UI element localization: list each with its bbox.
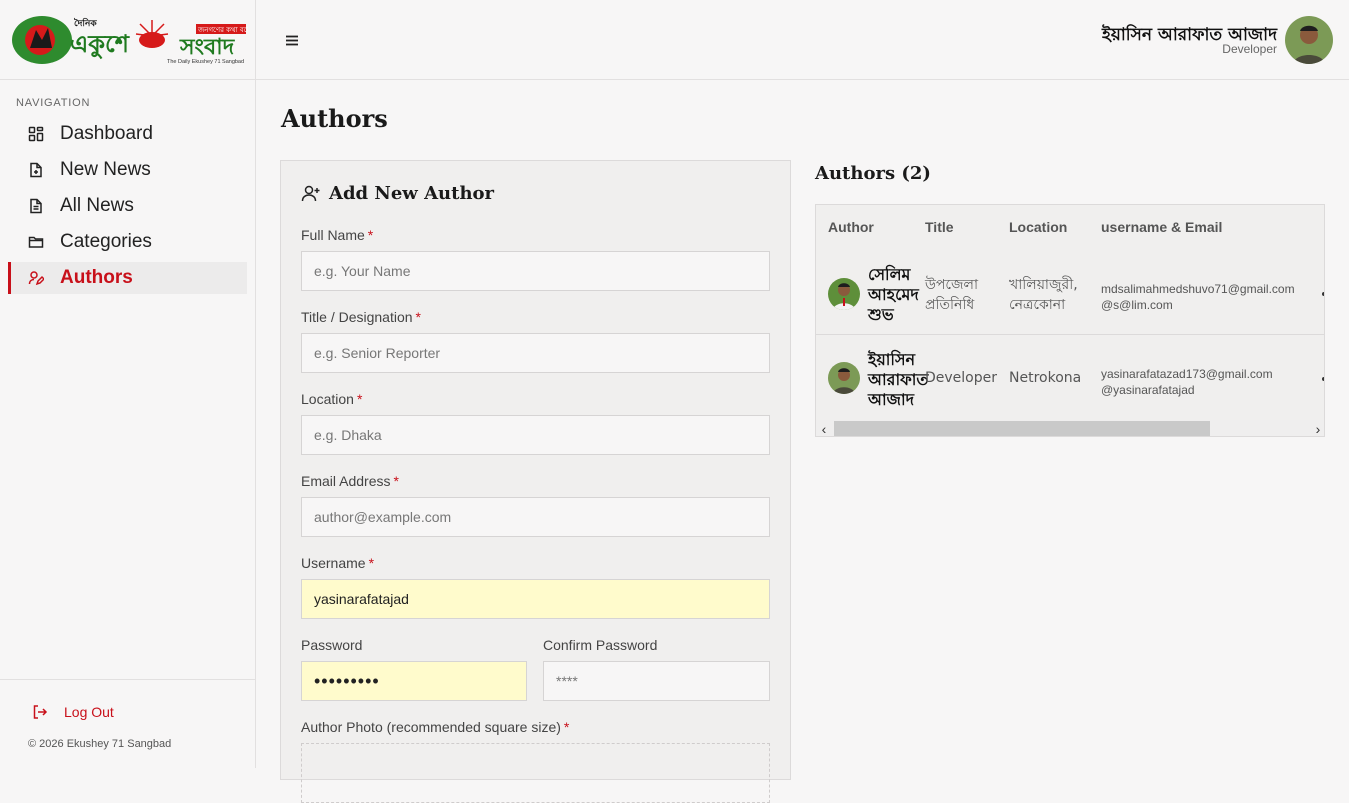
label-text: Author Photo (recommended square size) — [301, 719, 561, 735]
password-label: Password — [301, 637, 363, 653]
avatar-image — [828, 362, 860, 394]
logout-icon — [33, 705, 48, 719]
username-label: Username * — [301, 555, 374, 571]
confirm-password-label: Confirm Password — [543, 637, 658, 653]
top-header: ইয়াসিন আরাফাত আজাদ Developer — [256, 0, 1349, 80]
hamburger-icon — [286, 35, 298, 45]
user-plus-icon — [301, 185, 320, 201]
column-header[interactable]: Location — [1009, 219, 1067, 235]
sidebar-item-label: All News — [60, 195, 134, 216]
user-avatar[interactable] — [1285, 16, 1333, 64]
site-logo[interactable]: দৈনিক একুশে জনগণের কথা বলে সংবাদ The Dai… — [12, 14, 248, 66]
table-row[interactable]: সেলিম আহমেদ শুভ উপজেলা প্রতিনিধি খালিয়া… — [816, 249, 1324, 335]
author-avatar — [828, 278, 860, 310]
confirm-password-input[interactable]: **** — [543, 661, 770, 701]
svg-text:জনগণের কথা বলে: জনগণের কথা বলে — [197, 26, 248, 34]
author-title: Developer — [925, 370, 998, 386]
scrollbar-thumb[interactable] — [834, 421, 1210, 436]
form-title-text: Add New Author — [329, 183, 495, 204]
photo-label: Author Photo (recommended square size) * — [301, 719, 569, 735]
required-mark: * — [563, 719, 570, 735]
copyright: © 2026 Ekushey 71 Sangbad — [28, 738, 172, 750]
user-role: Developer — [1222, 42, 1277, 56]
scroll-right-icon[interactable]: › — [1310, 420, 1324, 437]
full-name-label: Full Name * — [301, 227, 373, 243]
author-title: উপজেলা প্রতিনিধি — [925, 277, 979, 313]
label-text: Username — [301, 555, 366, 571]
author-username: @yasinarafatajad — [1101, 383, 1195, 397]
sidebar-footer: Log Out © 2026 Ekushey 71 Sangbad — [0, 679, 255, 768]
svg-text:The Daily Ekushey 71 Sangbad: The Daily Ekushey 71 Sangbad — [167, 59, 244, 65]
column-header[interactable]: Title — [925, 219, 954, 235]
email-input[interactable]: author@example.com — [301, 497, 770, 537]
row-actions-button[interactable] — [1322, 377, 1324, 381]
label-text: Full Name — [301, 227, 365, 243]
authors-table: Author Title Location username & Email স… — [815, 204, 1325, 437]
sidebar: দৈনিক একুশে জনগণের কথা বলে সংবাদ The Dai… — [0, 0, 256, 768]
label-text: Title / Designation — [301, 309, 413, 325]
location-input[interactable]: e.g. Dhaka — [301, 415, 770, 455]
page-title: Authors — [281, 104, 388, 133]
row-actions-button[interactable] — [1322, 292, 1324, 296]
sidebar-item-new-news[interactable]: New News — [8, 154, 247, 186]
brand: দৈনিক একুশে জনগণের কথা বলে সংবাদ The Dai… — [0, 0, 255, 80]
sidebar-item-label: New News — [60, 159, 151, 180]
authors-list-title: Authors (2) — [815, 163, 931, 184]
author-avatar — [828, 362, 860, 394]
author-email: mdsalimahmedshuvo71@gmail.com — [1101, 282, 1295, 296]
dashboard-icon — [28, 126, 44, 142]
folder-icon — [28, 236, 44, 248]
sidebar-item-label: Dashboard — [60, 123, 153, 144]
horizontal-scrollbar[interactable]: ‹ › — [816, 420, 1324, 437]
menu-toggle-button[interactable] — [284, 30, 300, 50]
required-mark: * — [367, 227, 374, 243]
photo-upload-dropzone[interactable] — [301, 743, 770, 803]
sidebar-item-all-news[interactable]: All News — [8, 190, 247, 222]
password-input[interactable]: ••••••••• — [301, 661, 527, 701]
required-mark: * — [368, 555, 375, 571]
file-plus-icon — [30, 162, 42, 178]
add-author-form: Add New Author Full Name * e.g. Your Name… — [280, 160, 791, 803]
form-title: Add New Author — [301, 183, 494, 204]
svg-text:সংবাদ: সংবাদ — [179, 35, 236, 60]
avatar-image — [1285, 16, 1333, 64]
author-location: Netrokona — [1009, 370, 1082, 386]
user-pen-icon — [28, 271, 44, 286]
logout-button[interactable]: Log Out — [32, 704, 114, 720]
title-input[interactable]: e.g. Senior Reporter — [301, 333, 770, 373]
author-name: সেলিম আহমেদ শুভ — [868, 265, 919, 324]
svg-text:দৈনিক: দৈনিক — [73, 17, 97, 29]
svg-text:একুশে: একুশে — [70, 30, 130, 59]
label-text: Location — [301, 391, 354, 407]
author-email: yasinarafatazad173@gmail.com — [1101, 367, 1273, 381]
sidebar-item-label: Categories — [60, 231, 152, 252]
required-mark: * — [356, 391, 363, 407]
author-username: @s@lim.com — [1101, 298, 1173, 312]
full-name-input[interactable]: e.g. Your Name — [301, 251, 770, 291]
sidebar-item-dashboard[interactable]: Dashboard — [8, 118, 247, 150]
scroll-left-icon[interactable]: ‹ — [816, 420, 832, 437]
column-header[interactable]: Author — [828, 219, 874, 235]
sidebar-item-label: Authors — [60, 267, 133, 288]
sidebar-item-authors[interactable]: Authors — [8, 262, 247, 294]
nav-heading: NAVIGATION — [16, 97, 91, 109]
column-header[interactable]: username & Email — [1101, 219, 1222, 235]
sidebar-nav: Dashboard New News All News Categories A… — [8, 118, 247, 298]
title-label: Title / Designation * — [301, 309, 421, 325]
username-input[interactable]: yasinarafatajad — [301, 579, 770, 619]
required-mark: * — [415, 309, 421, 325]
sidebar-item-categories[interactable]: Categories — [8, 226, 247, 258]
author-location: খালিয়াজুরী, নেত্রকোনা — [1009, 277, 1078, 313]
label-text: Email Address — [301, 473, 391, 489]
file-text-icon — [30, 198, 42, 214]
table-row[interactable]: ইয়াসিন আরাফাত আজাদ Developer Netrokona … — [816, 336, 1324, 420]
required-mark: * — [393, 473, 399, 489]
location-label: Location * — [301, 391, 362, 407]
logout-label: Log Out — [64, 704, 114, 720]
email-label: Email Address * — [301, 473, 399, 489]
avatar-image — [828, 278, 860, 310]
author-name: ইয়াসিন আরাফাত আজাদ — [868, 350, 929, 409]
